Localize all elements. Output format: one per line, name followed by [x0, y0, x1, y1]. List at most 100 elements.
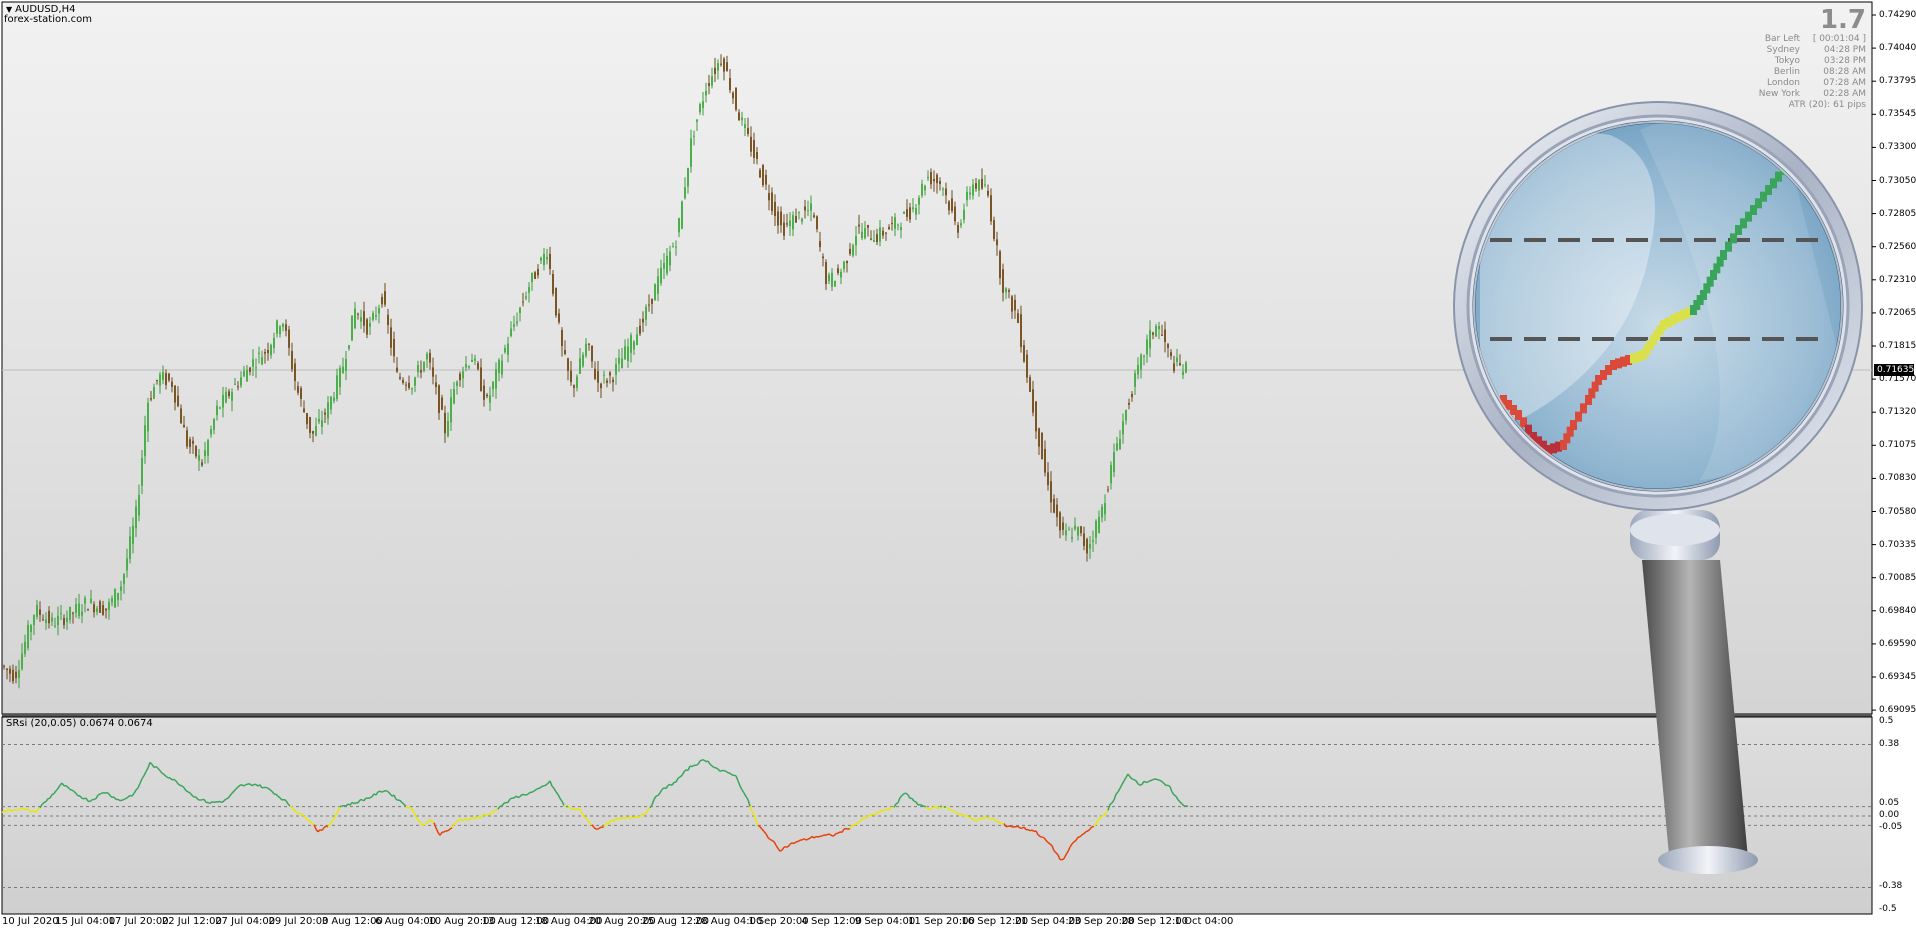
candle-body	[789, 220, 791, 227]
candle-body	[909, 207, 911, 220]
candle-body	[72, 612, 74, 614]
candle-body	[111, 598, 113, 603]
time-tick-label: 15 Jul 04:00	[55, 916, 116, 927]
candle-body	[1107, 489, 1109, 491]
candle-body	[1089, 544, 1091, 549]
candle-body	[561, 330, 563, 347]
candle-body	[351, 315, 353, 341]
candle-body	[1074, 525, 1076, 530]
candle-body	[900, 227, 902, 231]
indicator-segment	[265, 786, 269, 789]
mt4-chart-window[interactable]: ▼ AUDUSD,H4 forex-station.com 1.7 Bar Lef…	[0, 0, 1916, 933]
indicator-segment	[1131, 778, 1135, 781]
indicator-segment	[479, 815, 483, 818]
atr-label: ATR (20): 61 pips	[1788, 100, 1866, 110]
indicator-segment	[43, 800, 47, 804]
candle-body	[582, 354, 584, 367]
candle-body	[1023, 345, 1025, 362]
candle-body	[264, 352, 266, 354]
candle-body	[510, 328, 512, 337]
candle-body	[1008, 290, 1010, 292]
candle-body	[537, 269, 539, 276]
candle-body	[48, 610, 50, 624]
candle-body	[597, 371, 599, 383]
candle-body	[375, 315, 377, 317]
candle-body	[282, 324, 284, 328]
price-tick-label: 0.74290	[1879, 10, 1916, 20]
info-row-value: 04:28 PM	[1824, 45, 1866, 55]
candle-body	[1038, 428, 1040, 447]
time-tick-label: 22 Jul 12:00	[161, 916, 222, 927]
candle-body	[255, 367, 257, 369]
indicator-segment	[187, 791, 191, 794]
candle-body	[1116, 443, 1118, 451]
candle-body	[30, 625, 32, 632]
indicator-segment	[991, 818, 995, 821]
candle-body	[621, 358, 623, 369]
candle-body	[624, 346, 626, 360]
candle-body	[831, 272, 833, 287]
info-row-value: 03:28 PM	[1824, 56, 1866, 66]
candle-body	[681, 201, 683, 229]
candle-body	[573, 385, 575, 388]
candle-body	[927, 176, 929, 179]
candle-body	[819, 241, 821, 248]
indicator-segment	[381, 790, 385, 793]
info-row-label: Tokyo	[1774, 56, 1800, 66]
indicator-segment	[825, 833, 829, 836]
candle-body	[366, 319, 368, 335]
indicator-segment	[283, 798, 287, 802]
indicator-segment	[17, 808, 21, 811]
candle-body	[1065, 530, 1067, 536]
candle-body	[258, 352, 260, 354]
candle-body	[513, 324, 515, 327]
candle-body	[201, 462, 203, 466]
candle-body	[795, 216, 797, 223]
candle-body	[843, 261, 845, 269]
candle-body	[882, 230, 884, 236]
candle-body	[963, 209, 965, 220]
candle-body	[135, 506, 137, 529]
candle-body	[576, 376, 578, 388]
candle-body	[456, 381, 458, 386]
candle-body	[489, 395, 491, 403]
candle-body	[210, 429, 212, 435]
candle-body	[693, 135, 695, 137]
indicator-segment	[1143, 780, 1147, 784]
indicator-segment	[307, 819, 311, 822]
candle-body	[180, 408, 182, 424]
candle-body	[1077, 526, 1079, 536]
candle-body	[903, 212, 905, 214]
candle-body	[363, 311, 365, 326]
indicator-segment	[353, 802, 357, 805]
price-tick-label: 0.72805	[1879, 208, 1916, 219]
chevron-down-icon[interactable]: ▼	[6, 5, 12, 14]
candle-body	[15, 671, 17, 679]
candle-body	[486, 394, 488, 397]
candle-body	[915, 207, 917, 215]
candle-body	[153, 386, 155, 399]
info-row-label: Bar Left	[1764, 34, 1800, 44]
indicator-tick-label: -0.05	[1879, 822, 1903, 833]
indicator-segment	[225, 797, 229, 800]
candle-body	[222, 394, 224, 408]
candle-body	[555, 287, 557, 316]
time-tick-label: 1 Sep 20:00	[748, 916, 809, 927]
candle-body	[714, 67, 716, 74]
indicator-segment	[643, 812, 647, 815]
candle-body	[765, 174, 767, 185]
candle-body	[1119, 439, 1121, 450]
candle-body	[21, 653, 23, 669]
candle-body	[438, 385, 440, 414]
indicator-segment	[889, 806, 893, 809]
candle-body	[642, 318, 644, 323]
candle-body	[114, 589, 116, 608]
price-tick-label: 0.69590	[1879, 638, 1916, 649]
chart-canvas[interactable]	[0, 0, 1916, 933]
candle-body	[891, 223, 893, 225]
candle-body	[603, 374, 605, 376]
candle-body	[162, 371, 164, 380]
candle-body	[504, 347, 506, 353]
candle-body	[1122, 421, 1124, 435]
indicator-segment	[821, 834, 825, 837]
